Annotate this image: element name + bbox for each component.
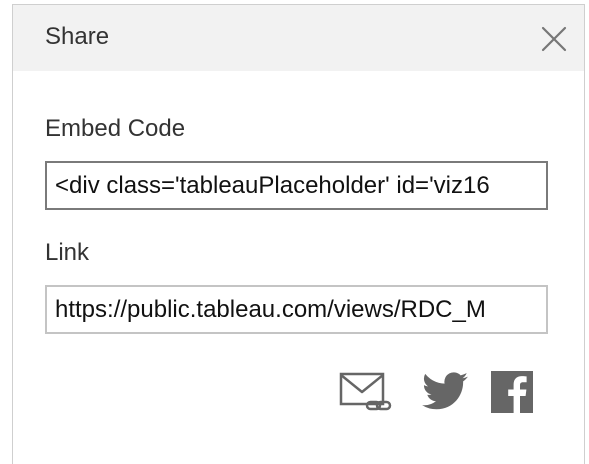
email-share-button[interactable] [336, 367, 398, 417]
twitter-icon [422, 372, 468, 410]
close-icon [541, 26, 567, 52]
share-dialog: Share Embed Code <div class='tableauPlac… [12, 4, 585, 464]
twitter-share-button[interactable] [416, 367, 474, 417]
link-field[interactable]: https://public.tableau.com/views/RDC_M [45, 285, 548, 334]
dialog-title: Share [45, 23, 110, 50]
embed-code-label: Embed Code [45, 115, 186, 142]
facebook-icon [491, 371, 533, 413]
facebook-share-button[interactable] [489, 367, 537, 417]
link-label: Link [45, 239, 90, 266]
email-link-icon [339, 372, 392, 411]
embed-code-field[interactable]: <div class='tableauPlaceholder' id='viz1… [45, 161, 548, 210]
dialog-header: Share [13, 5, 584, 71]
close-button[interactable] [538, 23, 570, 55]
